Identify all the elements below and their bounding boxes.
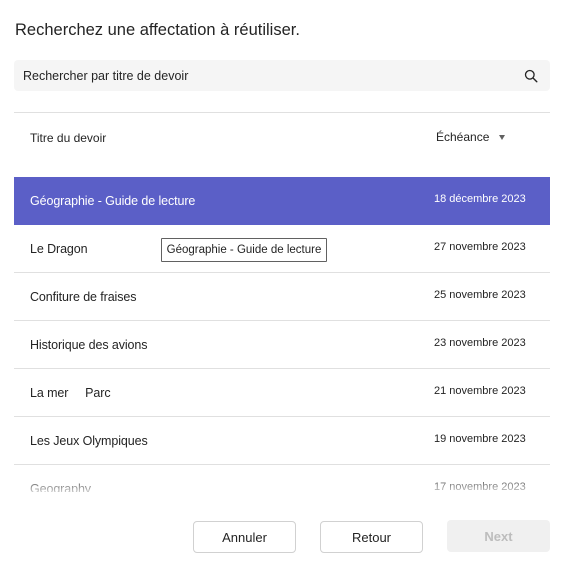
row-due-date: 21 novembre 2023	[434, 385, 526, 397]
reuse-assignment-dialog: Recherchez une affectation à réutiliser.…	[0, 0, 569, 566]
table-row[interactable]: Historique des avions 23 novembre 2023	[14, 321, 550, 369]
row-due-date: 25 novembre 2023	[434, 289, 526, 301]
search-box[interactable]	[14, 60, 550, 91]
row-title: Geography	[30, 482, 91, 492]
title-tooltip: Géographie - Guide de lecture	[161, 238, 327, 262]
row-due-date: 27 novembre 2023	[434, 241, 526, 253]
row-title: Confiture de fraises	[30, 290, 137, 304]
row-title: Le Dragon	[30, 242, 88, 256]
row-due-date: 19 novembre 2023	[434, 433, 526, 445]
next-button[interactable]: Next	[447, 520, 550, 552]
row-due-date: 18 décembre 2023	[434, 193, 526, 205]
table-row[interactable]: Confiture de fraises 25 novembre 2023	[14, 273, 550, 321]
cancel-button[interactable]: Annuler	[193, 521, 296, 553]
row-due-date: 17 novembre 2023	[434, 481, 526, 492]
column-header-due-label: Échéance	[436, 130, 490, 144]
back-button[interactable]: Retour	[320, 521, 423, 553]
row-title: Les Jeux Olympiques	[30, 434, 148, 448]
table-header: Titre du devoir Échéance	[14, 112, 550, 177]
column-header-due-date[interactable]: Échéance	[436, 130, 506, 144]
table-row[interactable]: La mer Parc 21 novembre 2023	[14, 369, 550, 417]
row-title: La mer Parc	[30, 386, 111, 400]
row-title: Historique des avions	[30, 338, 148, 352]
table-row[interactable]: Geography 17 novembre 2023	[14, 465, 550, 492]
search-icon[interactable]	[516, 61, 546, 91]
table-row[interactable]: Les Jeux Olympiques 19 novembre 2023	[14, 417, 550, 465]
row-title: Géographie - Guide de lecture	[30, 194, 196, 208]
table-row[interactable]: Géographie - Guide de lecture 18 décembr…	[14, 177, 550, 225]
search-input[interactable]	[14, 60, 516, 91]
caret-down-icon[interactable]	[499, 134, 506, 140]
row-due-date: 23 novembre 2023	[434, 337, 526, 349]
assignment-list[interactable]: Géographie - Guide de lecture 18 décembr…	[14, 177, 550, 492]
dialog-title: Recherchez une affectation à réutiliser.	[15, 21, 300, 39]
column-header-title: Titre du devoir	[30, 131, 107, 145]
